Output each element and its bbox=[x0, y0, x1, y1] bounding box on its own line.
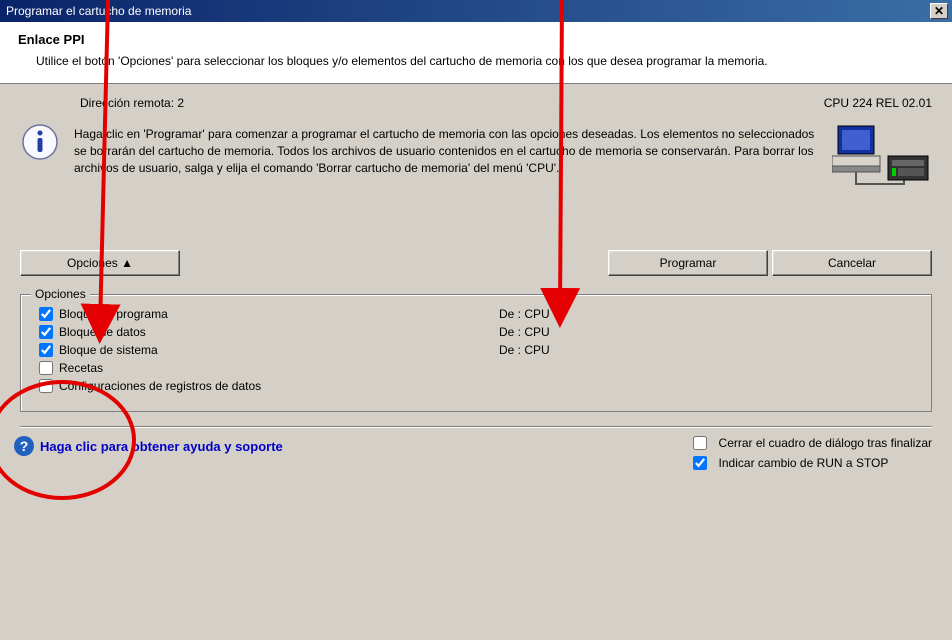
footer-checks: Cerrar el cuadro de diálogo tras finaliz… bbox=[693, 436, 932, 470]
close-button[interactable]: ✕ bbox=[930, 3, 948, 19]
footer-row: ? Haga clic para obtener ayuda y soporte… bbox=[0, 428, 952, 474]
titlebar: Programar el cartucho de memoria ✕ bbox=[0, 0, 952, 22]
footer-check-label: Indicar cambio de RUN a STOP bbox=[719, 456, 889, 470]
info-icon bbox=[20, 122, 60, 162]
option-row-program-block: Bloque de programa De : CPU bbox=[39, 307, 913, 321]
header-description: Utilice el botón 'Opciones' para selecci… bbox=[36, 53, 934, 69]
options-button[interactable]: Opciones ▲ bbox=[20, 250, 180, 276]
option-source: De : CPU bbox=[499, 325, 550, 339]
checkbox-close-after[interactable] bbox=[693, 436, 707, 450]
header-section: Enlace PPI Utilice el botón 'Opciones' p… bbox=[0, 22, 952, 84]
checkbox-recipes[interactable] bbox=[39, 361, 53, 375]
checkbox-run-stop[interactable] bbox=[693, 456, 707, 470]
checkbox-system-block[interactable] bbox=[39, 343, 53, 357]
info-panel: Haga clic en 'Programar' para comenzar a… bbox=[0, 116, 952, 222]
checkbox-program-block[interactable] bbox=[39, 307, 53, 321]
options-legend: Opciones bbox=[31, 287, 90, 301]
cancel-button[interactable]: Cancelar bbox=[772, 250, 932, 276]
cpu-model-label: CPU 224 REL 02.01 bbox=[824, 96, 932, 110]
close-icon: ✕ bbox=[934, 4, 944, 18]
option-label: Configuraciones de registros de datos bbox=[59, 379, 499, 393]
help-text: Haga clic para obtener ayuda y soporte bbox=[40, 439, 283, 454]
footer-check-label: Cerrar el cuadro de diálogo tras finaliz… bbox=[719, 436, 932, 450]
option-row-system-block: Bloque de sistema De : CPU bbox=[39, 343, 913, 357]
action-buttons: Programar Cancelar bbox=[608, 250, 932, 276]
program-button[interactable]: Programar bbox=[608, 250, 768, 276]
footer-check-run-stop: Indicar cambio de RUN a STOP bbox=[693, 456, 932, 470]
help-link[interactable]: ? Haga clic para obtener ayuda y soporte bbox=[14, 436, 283, 456]
option-source: De : CPU bbox=[499, 343, 550, 357]
device-graphic-icon bbox=[832, 122, 932, 212]
option-label: Recetas bbox=[59, 361, 499, 375]
instructions-text: Haga clic en 'Programar' para comenzar a… bbox=[74, 122, 818, 176]
help-icon: ? bbox=[14, 436, 34, 456]
footer-check-close-dialog: Cerrar el cuadro de diálogo tras finaliz… bbox=[693, 436, 932, 450]
option-row-data-block: Bloque de datos De : CPU bbox=[39, 325, 913, 339]
option-label: Bloque de programa bbox=[59, 307, 499, 321]
remote-address-label: Dirección remota: 2 bbox=[80, 96, 184, 110]
header-title: Enlace PPI bbox=[18, 32, 934, 47]
info-row: Dirección remota: 2 CPU 224 REL 02.01 bbox=[0, 84, 952, 116]
button-row: Opciones ▲ Programar Cancelar bbox=[0, 222, 952, 294]
dialog-content: Enlace PPI Utilice el botón 'Opciones' p… bbox=[0, 22, 952, 474]
option-row-recipes: Recetas bbox=[39, 361, 913, 375]
checkbox-data-block[interactable] bbox=[39, 325, 53, 339]
option-label: Bloque de datos bbox=[59, 325, 499, 339]
checkbox-datalog-config[interactable] bbox=[39, 379, 53, 393]
window-title: Programar el cartucho de memoria bbox=[4, 4, 191, 18]
option-source: De : CPU bbox=[499, 307, 550, 321]
option-row-datalog-config: Configuraciones de registros de datos bbox=[39, 379, 913, 393]
options-fieldset: Opciones Bloque de programa De : CPU Blo… bbox=[20, 294, 932, 412]
option-label: Bloque de sistema bbox=[59, 343, 499, 357]
